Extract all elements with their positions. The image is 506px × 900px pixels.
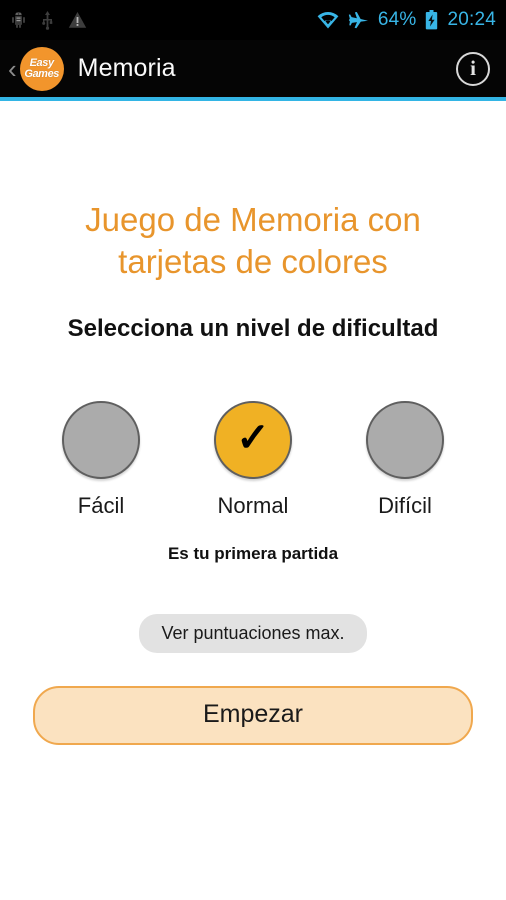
battery-charging-icon	[426, 10, 438, 30]
start-button-row: Empezar	[33, 686, 473, 745]
difficulty-label-easy: Fácil	[77, 493, 125, 518]
first-game-note: Es tu primera partida	[167, 544, 339, 563]
difficulty-circle-normal[interactable]: ✓	[214, 401, 292, 479]
airplane-mode-icon	[348, 11, 368, 28]
status-bar: 64% 20:24	[0, 0, 506, 40]
start-button[interactable]: Empezar	[33, 686, 473, 745]
difficulty-label-normal: Normal	[217, 493, 289, 518]
check-icon: ✓	[236, 416, 270, 460]
android-debug-icon	[12, 11, 25, 28]
clock-label: 20:24	[447, 8, 496, 30]
status-bar-right: 64% 20:24	[317, 10, 496, 30]
battery-percent-label: 64%	[377, 8, 417, 30]
page-title: Memoria	[77, 54, 176, 82]
main-content: Juego de Memoria con tarjetas de colores…	[0, 101, 506, 900]
app-screen: 64% 20:24 ‹ Easy Games Memoria i Juego d…	[0, 0, 506, 900]
info-icon[interactable]: i	[456, 51, 490, 86]
difficulty-prompt: Selecciona un nivel de dificultad	[67, 315, 439, 342]
app-logo-line1: Easy	[29, 56, 54, 69]
scores-button-row: Ver puntuaciones max.	[0, 614, 506, 653]
difficulty-selector: Fácil ✓ Normal Difícil	[0, 401, 506, 519]
headline: Juego de Memoria con tarjetas de colores	[85, 201, 421, 280]
action-bar: ‹ Easy Games Memoria i	[0, 40, 506, 97]
difficulty-circle-easy[interactable]	[62, 401, 140, 479]
status-bar-left-icons	[10, 10, 87, 30]
back-chevron-icon[interactable]: ‹	[4, 56, 19, 82]
app-logo[interactable]: Easy Games	[19, 46, 64, 91]
difficulty-option-easy[interactable]: Fácil	[46, 401, 156, 519]
difficulty-option-normal[interactable]: ✓ Normal	[198, 401, 308, 519]
warning-icon	[68, 12, 87, 28]
usb-icon	[42, 10, 53, 30]
difficulty-circle-hard[interactable]	[366, 401, 444, 479]
view-high-scores-button[interactable]: Ver puntuaciones max.	[139, 614, 367, 653]
difficulty-label-hard: Difícil	[378, 493, 432, 518]
wifi-icon	[317, 11, 339, 29]
app-logo-line2: Games	[24, 67, 60, 80]
difficulty-option-hard[interactable]: Difícil	[350, 401, 460, 519]
